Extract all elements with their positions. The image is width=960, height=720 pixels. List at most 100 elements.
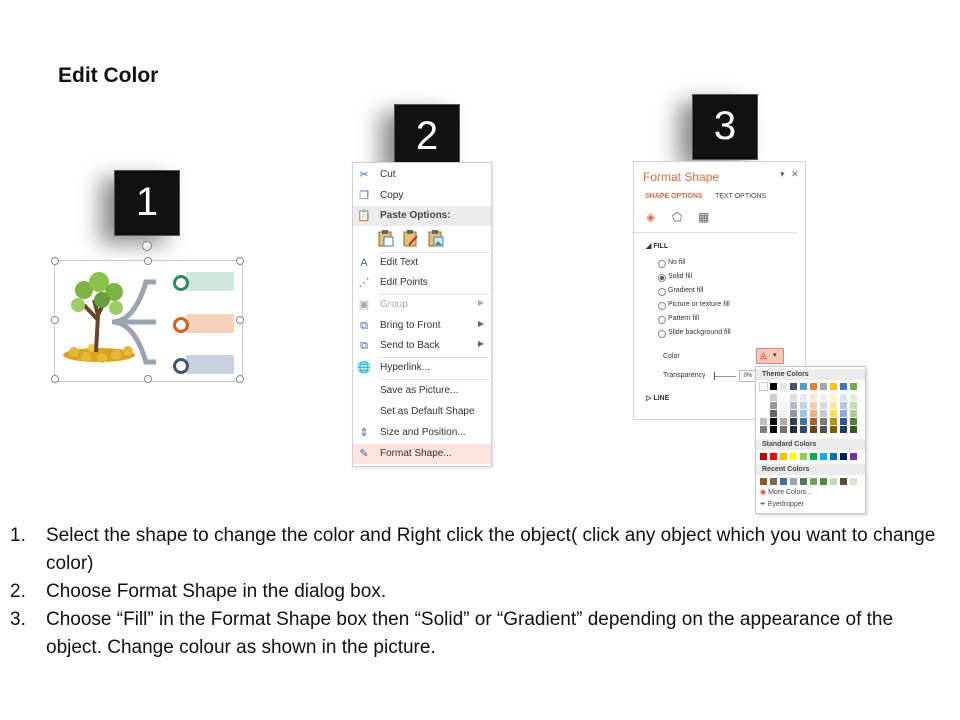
color-swatch[interactable] xyxy=(820,426,827,433)
color-swatch[interactable] xyxy=(850,453,857,460)
color-swatch[interactable] xyxy=(780,402,787,409)
color-swatch[interactable] xyxy=(850,478,857,485)
fill-line-icon[interactable]: ◈ xyxy=(646,210,655,224)
color-swatch[interactable] xyxy=(790,402,797,409)
color-swatch[interactable] xyxy=(820,453,827,460)
radio-slide-background-fill[interactable] xyxy=(658,330,666,338)
color-swatch[interactable] xyxy=(770,418,777,425)
menu-item-edit-text[interactable]: A Edit Text xyxy=(353,253,491,273)
color-swatch[interactable] xyxy=(850,418,857,425)
color-swatch[interactable] xyxy=(840,478,847,485)
menu-item-bring-to-front[interactable]: ⧉ Bring to Front ▶ xyxy=(353,316,491,336)
color-swatch[interactable] xyxy=(810,426,817,433)
color-swatch[interactable] xyxy=(840,383,847,390)
color-swatch[interactable] xyxy=(830,418,837,425)
color-swatch[interactable] xyxy=(830,426,837,433)
color-swatch[interactable] xyxy=(850,410,857,417)
menu-item-send-to-back[interactable]: ⧉ Send to Back ▶ xyxy=(353,336,491,356)
color-swatch[interactable] xyxy=(770,410,777,417)
color-swatch[interactable] xyxy=(780,383,787,390)
menu-item-cut[interactable]: ✂ Cut xyxy=(353,165,491,185)
color-swatch[interactable] xyxy=(770,453,777,460)
color-swatch[interactable] xyxy=(850,394,857,401)
color-swatch[interactable] xyxy=(830,478,837,485)
line-section-header[interactable]: ▷ LINE xyxy=(646,394,669,402)
color-swatch[interactable] xyxy=(759,382,768,391)
color-swatch[interactable] xyxy=(830,453,837,460)
radio-pattern-fill[interactable] xyxy=(658,316,666,324)
fill-color-button[interactable]: ◬ ▾ xyxy=(756,348,784,364)
color-swatch[interactable] xyxy=(780,394,787,401)
color-swatch[interactable] xyxy=(820,410,827,417)
effects-icon[interactable]: ⬠ xyxy=(672,210,682,224)
color-swatch[interactable] xyxy=(800,453,807,460)
color-swatch[interactable] xyxy=(760,426,767,433)
color-swatch[interactable] xyxy=(800,402,807,409)
menu-item-save-as-picture[interactable]: Save as Picture... xyxy=(353,381,491,401)
color-swatch[interactable] xyxy=(850,402,857,409)
color-swatch[interactable] xyxy=(810,418,817,425)
color-swatch[interactable] xyxy=(840,453,847,460)
color-swatch[interactable] xyxy=(790,453,797,460)
size-properties-icon[interactable]: ▦ xyxy=(698,210,709,224)
color-swatch[interactable] xyxy=(840,394,847,401)
color-swatch[interactable] xyxy=(820,383,827,390)
color-swatch[interactable] xyxy=(770,426,777,433)
menu-item-size-position[interactable]: ⇕ Size and Position... xyxy=(353,423,491,443)
color-swatch[interactable] xyxy=(790,426,797,433)
color-swatch[interactable] xyxy=(800,426,807,433)
menu-item-copy[interactable]: ❐ Copy xyxy=(353,186,491,206)
color-swatch[interactable] xyxy=(810,402,817,409)
color-swatch[interactable] xyxy=(800,418,807,425)
color-swatch[interactable] xyxy=(840,418,847,425)
color-swatch[interactable] xyxy=(840,410,847,417)
color-swatch[interactable] xyxy=(780,410,787,417)
menu-item-group[interactable]: ▣ Group ▶ xyxy=(353,295,491,315)
paste-as-picture-icon[interactable] xyxy=(428,230,444,247)
color-swatch[interactable] xyxy=(840,402,847,409)
color-swatch[interactable] xyxy=(760,394,767,401)
color-swatch[interactable] xyxy=(800,410,807,417)
transparency-slider[interactable] xyxy=(714,376,736,377)
color-swatch[interactable] xyxy=(800,478,807,485)
color-swatch[interactable] xyxy=(840,426,847,433)
color-swatch[interactable] xyxy=(760,418,767,425)
color-swatch[interactable] xyxy=(800,394,807,401)
close-icon[interactable]: ✕ xyxy=(791,169,799,180)
radio-gradient-fill[interactable] xyxy=(658,288,666,296)
color-swatch[interactable] xyxy=(830,402,837,409)
color-swatch[interactable] xyxy=(770,394,777,401)
color-swatch[interactable] xyxy=(770,383,777,390)
color-swatch[interactable] xyxy=(780,478,787,485)
menu-item-edit-points[interactable]: ⋰ Edit Points xyxy=(353,273,491,293)
pane-options-dropdown-icon[interactable]: ▾ xyxy=(780,169,785,180)
slider-thumb[interactable] xyxy=(714,372,715,380)
color-swatch[interactable] xyxy=(810,410,817,417)
color-swatch[interactable] xyxy=(780,426,787,433)
tab-text-options[interactable]: TEXT OPTIONS xyxy=(715,193,766,200)
color-swatch[interactable] xyxy=(810,478,817,485)
color-swatch[interactable] xyxy=(780,418,787,425)
menu-item-hyperlink[interactable]: 🌐 Hyperlink... xyxy=(353,358,491,378)
color-swatch[interactable] xyxy=(760,453,767,460)
color-swatch[interactable] xyxy=(820,394,827,401)
color-swatch[interactable] xyxy=(820,402,827,409)
color-swatch[interactable] xyxy=(790,394,797,401)
color-swatch[interactable] xyxy=(820,418,827,425)
color-swatch[interactable] xyxy=(830,410,837,417)
color-swatch[interactable] xyxy=(810,383,817,390)
paste-keep-formatting-icon[interactable] xyxy=(378,230,394,247)
color-swatch[interactable] xyxy=(790,383,797,390)
radio-solid-fill[interactable] xyxy=(658,274,666,282)
tab-shape-options[interactable]: SHAPE OPTIONS xyxy=(645,193,703,200)
color-swatch[interactable] xyxy=(760,478,767,485)
color-swatch[interactable] xyxy=(780,453,787,460)
color-swatch[interactable] xyxy=(810,394,817,401)
color-swatch[interactable] xyxy=(790,410,797,417)
color-swatch[interactable] xyxy=(790,478,797,485)
fill-section-header[interactable]: ◢ FILL xyxy=(646,242,668,250)
color-swatch[interactable] xyxy=(770,402,777,409)
color-swatch[interactable] xyxy=(820,478,827,485)
menu-item-format-shape[interactable]: ✎ Format Shape... xyxy=(353,444,491,464)
radio-no-fill[interactable] xyxy=(658,260,666,268)
